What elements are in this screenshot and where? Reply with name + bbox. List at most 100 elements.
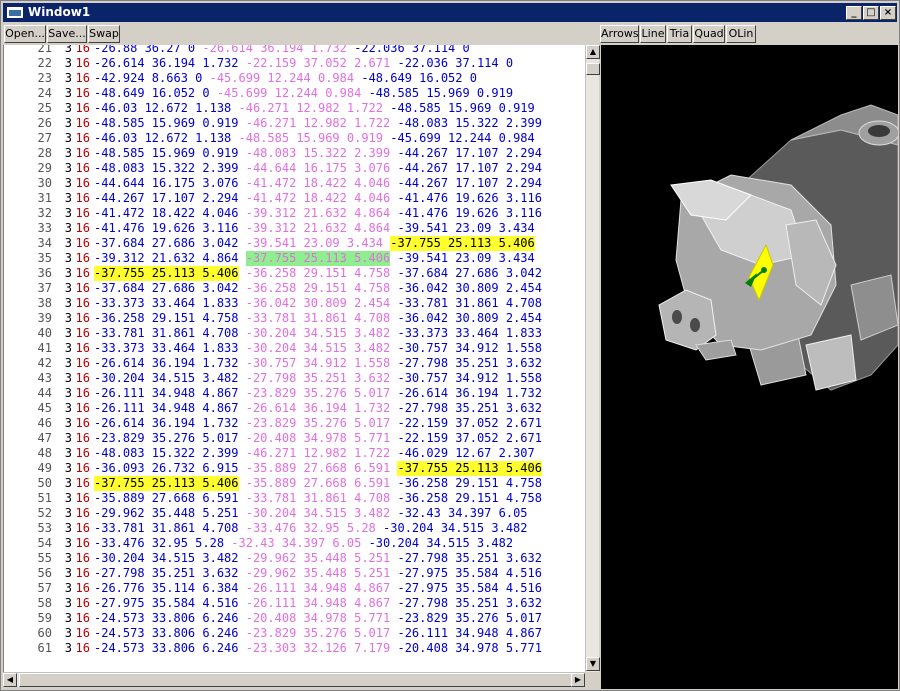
scroll-right-button[interactable]: ▶ xyxy=(571,673,585,687)
horizontal-scrollbar[interactable]: ◀ ▶ xyxy=(3,672,585,687)
pig-snout xyxy=(658,289,717,351)
window-title: Window1 xyxy=(28,5,91,19)
listing-row[interactable]: 48 3 16 -48.083 15.322 2.399 -46.271 12.982… xyxy=(4,446,585,461)
vertex-count: 3 xyxy=(64,86,72,100)
vertex-2: -20.408 34.978 5.771 xyxy=(245,611,391,625)
listing-row[interactable]: 52 3 16 -29.962 35.448 5.251 -30.204 34.515… xyxy=(4,506,585,521)
listing-row[interactable]: 25 3 16 -46.03 12.672 1.138 -46.271 12.982 … xyxy=(4,101,585,116)
listing-row[interactable]: 31 3 16 -44.267 17.107 2.294 -41.472 18.422… xyxy=(4,191,585,206)
listing-row[interactable]: 36 3 16 -37.755 25.113 5.406 -36.258 29.151… xyxy=(4,266,585,281)
vertex-1: -48.083 15.322 2.399 xyxy=(94,446,239,460)
line-button[interactable]: Line xyxy=(640,25,666,43)
listing-row[interactable]: 24 3 16 -48.649 16.052 0 -45.699 12.244 0.9… xyxy=(4,86,585,101)
vertical-scrollbar[interactable]: ▲ ▼ xyxy=(585,45,600,672)
listing-row[interactable]: 44 3 16 -26.111 34.948 4.867 -23.829 35.276… xyxy=(4,386,585,401)
color-index: 16 xyxy=(75,581,90,595)
line-number: 47 xyxy=(37,431,52,445)
listing-row[interactable]: 37 3 16 -37.684 27.686 3.042 -36.258 29.151… xyxy=(4,281,585,296)
vertex-2: -26.111 34.948 4.867 xyxy=(245,596,391,610)
line-number: 48 xyxy=(37,446,52,460)
open-button[interactable]: Open... xyxy=(4,25,46,43)
color-index: 16 xyxy=(75,326,90,340)
close-button[interactable]: × xyxy=(880,6,896,20)
listing-row[interactable]: 29 3 16 -48.083 15.322 2.399 -44.644 16.175… xyxy=(4,161,585,176)
tria-button[interactable]: Tria xyxy=(667,25,692,43)
listing-row[interactable]: 39 3 16 -36.258 29.151 4.758 -33.781 31.861… xyxy=(4,311,585,326)
listing-row[interactable]: 60 3 16 -24.573 33.806 6.246 -23.829 35.276… xyxy=(4,626,585,641)
listing-row[interactable]: 45 3 16 -26.111 34.948 4.867 -26.614 36.194… xyxy=(4,401,585,416)
vertex-count: 3 xyxy=(64,461,72,475)
pig-leg-front-right xyxy=(805,334,857,391)
listing-row[interactable]: 32 3 16 -41.472 18.422 4.046 -39.312 21.632… xyxy=(4,206,585,221)
listing-row[interactable]: 40 3 16 -33.781 31.861 4.708 -30.204 34.515… xyxy=(4,326,585,341)
vertex-3: -44.267 17.107 2.294 xyxy=(397,161,542,175)
listing-row[interactable]: 30 3 16 -44.644 16.175 3.076 -41.472 18.422… xyxy=(4,176,585,191)
listing-row[interactable]: 21 3 16 -26.88 36.27 0 -26.614 36.194 1.732… xyxy=(4,45,585,56)
vertex-1: -33.781 31.861 4.708 xyxy=(94,326,239,340)
vertex-2: -39.312 21.632 4.864 xyxy=(245,221,391,235)
line-number: 35 xyxy=(37,251,52,265)
listing-row[interactable]: 35 3 16 -39.312 21.632 4.864 -37.755 25.113… xyxy=(4,251,585,266)
listing-row[interactable]: 47 3 16 -23.829 35.276 5.017 -20.408 34.978… xyxy=(4,431,585,446)
listing-row[interactable]: 46 3 16 -26.614 36.194 1.732 -23.829 35.276… xyxy=(4,416,585,431)
triangle-listing[interactable]: 21 3 16 -26.88 36.27 0 -26.614 36.194 1.732… xyxy=(3,45,585,672)
save-button[interactable]: Save... xyxy=(47,25,87,43)
vertex-2: -30.204 34.515 3.482 xyxy=(245,506,391,520)
vertex-count: 3 xyxy=(64,326,72,340)
listing-row[interactable]: 28 3 16 -48.585 15.969 0.919 -48.083 15.322… xyxy=(4,146,585,161)
vertex-count: 3 xyxy=(64,641,72,655)
vertex-count: 3 xyxy=(64,581,72,595)
scroll-up-button[interactable]: ▲ xyxy=(586,45,600,59)
quad-button[interactable]: Quad xyxy=(693,25,725,43)
listing-row[interactable]: 58 3 16 -27.975 35.584 4.516 -26.111 34.948… xyxy=(4,596,585,611)
vertex-1: -41.472 18.422 4.046 xyxy=(94,206,239,220)
minimize-button[interactable]: _ xyxy=(846,6,862,20)
vertex-1: -46.03 12.672 1.138 xyxy=(94,131,232,145)
listing-row[interactable]: 22 3 16 -26.614 36.194 1.732 -22.159 37.052… xyxy=(4,56,585,71)
listing-row[interactable]: 27 3 16 -46.03 12.672 1.138 -48.585 15.969 … xyxy=(4,131,585,146)
vertex-3: -26.111 34.948 4.867 xyxy=(397,626,542,640)
line-number: 60 xyxy=(37,626,52,640)
arrows-button[interactable]: Arrows xyxy=(600,25,639,43)
listing-row[interactable]: 49 3 16 -36.093 26.732 6.915 -35.889 27.668… xyxy=(4,461,585,476)
vertex-2: -30.204 34.515 3.482 xyxy=(245,326,391,340)
listing-row[interactable]: 59 3 16 -24.573 33.806 6.246 -20.408 34.978… xyxy=(4,611,585,626)
scroll-down-button[interactable]: ▼ xyxy=(586,657,600,671)
line-number: 26 xyxy=(37,116,52,130)
scroll-thumb[interactable] xyxy=(586,63,600,75)
vertex-1: -24.573 33.806 6.246 xyxy=(94,626,239,640)
hscroll-thumb[interactable] xyxy=(19,673,579,687)
line-number: 40 xyxy=(37,326,52,340)
listing-row[interactable]: 26 3 16 -48.585 15.969 0.919 -46.271 12.982… xyxy=(4,116,585,131)
listing-row[interactable]: 34 3 16 -37.684 27.686 3.042 -39.541 23.09 … xyxy=(4,236,585,251)
listing-row[interactable]: 51 3 16 -35.889 27.668 6.591 -33.781 31.861… xyxy=(4,491,585,506)
listing-row[interactable]: 38 3 16 -33.373 33.464 1.833 -36.042 30.809… xyxy=(4,296,585,311)
vertex-2: -26.614 36.194 1.732 xyxy=(202,45,347,55)
color-index: 16 xyxy=(75,281,90,295)
listing-row[interactable]: 50 3 16 -37.755 25.113 5.406 -35.889 27.668… xyxy=(4,476,585,491)
listing-row[interactable]: 23 3 16 -42.924 8.663 0 -45.699 12.244 0.98… xyxy=(4,71,585,86)
3d-viewport[interactable] xyxy=(601,45,898,689)
maximize-button[interactable]: □ xyxy=(863,6,879,20)
listing-row[interactable]: 43 3 16 -30.204 34.515 3.482 -27.798 35.251… xyxy=(4,371,585,386)
listing-row[interactable]: 54 3 16 -33.476 32.95 5.28 -32.43 34.397 6.… xyxy=(4,536,585,551)
scroll-left-button[interactable]: ◀ xyxy=(3,673,17,687)
vertex-3: -48.585 15.969 0.919 xyxy=(368,86,514,100)
olin-button[interactable]: OLin xyxy=(726,25,756,43)
swap-button[interactable]: Swap xyxy=(88,25,120,43)
listing-row[interactable]: 42 3 16 -26.614 36.194 1.732 -30.757 34.912… xyxy=(4,356,585,371)
pig-model xyxy=(658,104,898,391)
vertex-count: 3 xyxy=(64,371,72,385)
listing-row[interactable]: 57 3 16 -26.776 35.114 6.384 -26.111 34.948… xyxy=(4,581,585,596)
title-bar[interactable]: Window1 _ □ × xyxy=(3,3,897,22)
vertex-1: -44.644 16.175 3.076 xyxy=(94,176,239,190)
line-number: 29 xyxy=(37,161,52,175)
listing-row[interactable]: 33 3 16 -41.476 19.626 3.116 -39.312 21.632… xyxy=(4,221,585,236)
color-index: 16 xyxy=(75,71,90,85)
listing-row[interactable]: 53 3 16 -33.781 31.861 4.708 -33.476 32.95 … xyxy=(4,521,585,536)
listing-row[interactable]: 41 3 16 -33.373 33.464 1.833 -30.204 34.515… xyxy=(4,341,585,356)
listing-row[interactable]: 55 3 16 -30.204 34.515 3.482 -29.962 35.448… xyxy=(4,551,585,566)
listing-row[interactable]: 61 3 16 -24.573 33.806 6.246 -23.303 32.126… xyxy=(4,641,585,656)
listing-row[interactable]: 56 3 16 -27.798 35.251 3.632 -29.962 35.448… xyxy=(4,566,585,581)
vertex-count: 3 xyxy=(64,161,72,175)
